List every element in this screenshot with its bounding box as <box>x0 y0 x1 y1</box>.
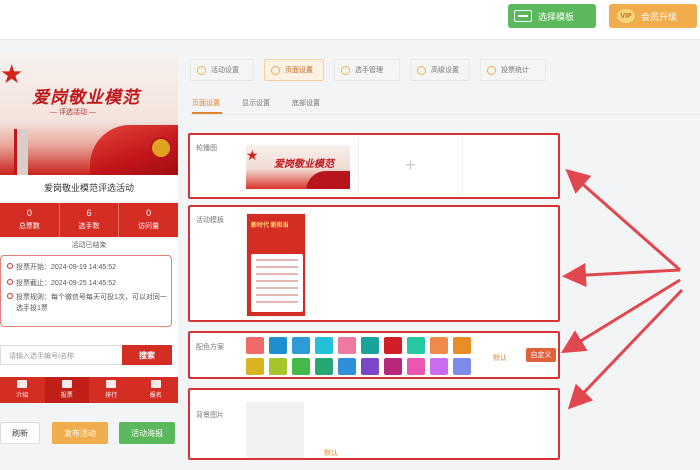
arrow-to-background <box>567 288 684 410</box>
arrow-to-color-scheme <box>560 278 681 354</box>
annotation-arrows <box>560 169 684 410</box>
arrow-to-carousel <box>565 169 681 272</box>
arrow-to-template <box>562 263 681 288</box>
